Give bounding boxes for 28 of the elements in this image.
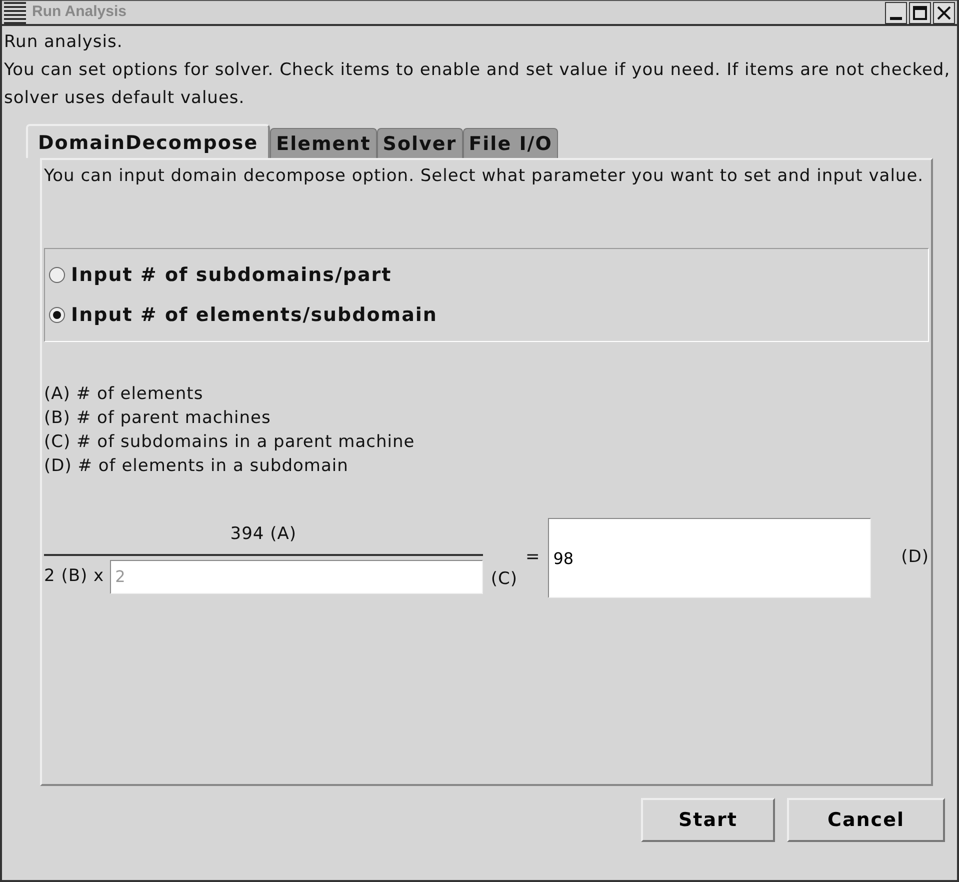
start-button[interactable]: Start — [641, 798, 775, 842]
equals-sign: = — [525, 546, 540, 570]
numerator-text: 394 (A) — [44, 522, 483, 556]
denominator-text: 2 (B) x — [44, 565, 104, 588]
tab[interactable]: Solver — [376, 128, 463, 158]
result-field[interactable]: 98 — [548, 518, 872, 598]
radio-button[interactable] — [49, 307, 65, 323]
legend-text: (D) # of elements in a subdomain — [44, 455, 350, 478]
tab[interactable]: Element — [270, 128, 377, 158]
close-button[interactable] — [933, 2, 955, 24]
tab[interactable]: File I/O — [462, 128, 558, 158]
maximize-button[interactable] — [909, 2, 931, 24]
legend-text: (B) # of parent machines — [44, 407, 272, 430]
legend-text: (C) # of subdomains in a parent machine — [44, 431, 416, 454]
field-label: (C) — [490, 568, 518, 590]
window-menu-icon[interactable] — [4, 2, 26, 24]
legend-text: (A) # of elements — [44, 383, 204, 406]
tab[interactable]: DomainDecompose — [26, 124, 270, 158]
window-title: Run Analysis — [31, 2, 128, 22]
intro-text: Run analysis. — [4, 31, 124, 54]
cancel-button[interactable]: Cancel — [787, 798, 945, 842]
radio-label[interactable]: Input # of subdomains/part — [71, 260, 392, 290]
description-text: You can input domain decompose option. Select what parameter you want to set and input value. — [44, 165, 925, 188]
field-label: (D) — [901, 546, 929, 570]
minimize-button[interactable] — [885, 2, 907, 24]
radio-button[interactable] — [49, 267, 65, 283]
radio-label[interactable]: Input # of elements/subdomain — [71, 300, 438, 330]
intro-text: You can set options for solver. Check items to enable and set value if you need. If items are not checked, solver uses default values. — [4, 59, 952, 110]
